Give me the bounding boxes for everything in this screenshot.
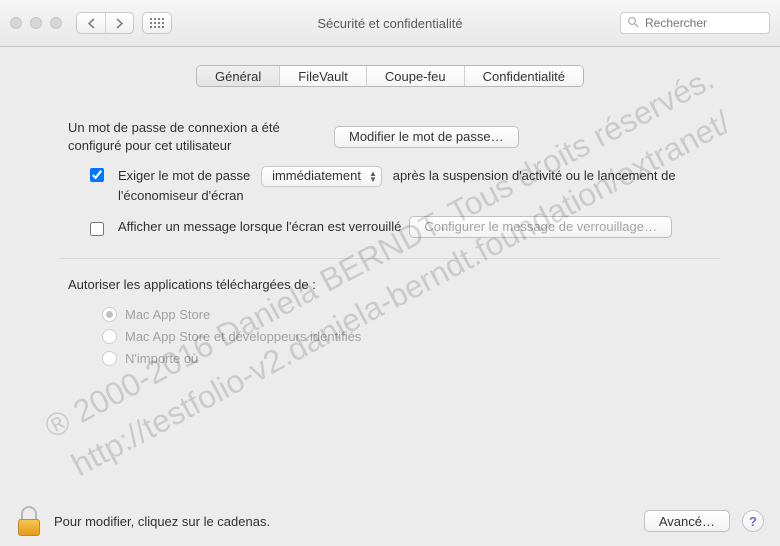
apps-grid-icon: [150, 18, 164, 28]
advanced-button[interactable]: Avancé…: [644, 510, 730, 532]
gatekeeper-option-mas[interactable]: Mac App Store: [102, 304, 712, 326]
password-group: Un mot de passe de connexion a été confi…: [48, 105, 732, 258]
toolbar: Sécurité et confidentialité: [0, 0, 780, 47]
gatekeeper-option-label: Mac App Store et développeurs identifiés: [125, 329, 361, 344]
require-password-checkbox[interactable]: [90, 168, 104, 182]
require-password-delay-popup[interactable]: immédiatement ▲▼: [261, 166, 382, 187]
show-lock-message-checkbox[interactable]: [90, 222, 104, 236]
tab-privacy[interactable]: Confidentialité: [464, 66, 583, 86]
tab-firewall[interactable]: Coupe-feu: [366, 66, 464, 86]
password-set-label: Un mot de passe de connexion a été confi…: [68, 119, 318, 154]
change-password-button[interactable]: Modifier le mot de passe…: [334, 126, 519, 148]
show-all-button[interactable]: [142, 12, 172, 34]
require-password-delay-value: immédiatement: [272, 167, 361, 186]
back-button[interactable]: [77, 13, 105, 33]
search-field-wrap[interactable]: [620, 12, 770, 34]
gatekeeper-group: Autoriser les applications téléchargées …: [48, 259, 732, 390]
show-lock-message-label: Afficher un message lorsque l'écran est …: [118, 219, 401, 234]
gatekeeper-option-label: Mac App Store: [125, 307, 210, 322]
nav-segmented: [76, 12, 134, 34]
require-password-row: Exiger le mot de passe immédiatement ▲▼ …: [90, 166, 712, 206]
footer: Pour modifier, cliquez sur le cadenas. A…: [0, 496, 780, 546]
window-controls: [10, 17, 62, 29]
radio-icon: [102, 329, 117, 344]
lock-button[interactable]: [16, 506, 42, 536]
radio-icon: [102, 351, 117, 366]
radio-icon: [102, 307, 117, 322]
gatekeeper-option-mas-dev[interactable]: Mac App Store et développeurs identifiés: [102, 326, 712, 348]
forward-button[interactable]: [105, 13, 133, 33]
require-password-label: Exiger le mot de passe: [118, 168, 250, 183]
tab-general[interactable]: Général: [197, 66, 279, 86]
minimize-window-icon[interactable]: [30, 17, 42, 29]
gatekeeper-option-anywhere[interactable]: N'importe où: [102, 348, 712, 370]
help-button[interactable]: ?: [742, 510, 764, 532]
gatekeeper-title: Autoriser les applications téléchargées …: [68, 277, 712, 292]
lock-message-row: Afficher un message lorsque l'écran est …: [90, 216, 712, 238]
chevron-right-icon: [115, 18, 124, 29]
gatekeeper-option-label: N'importe où: [125, 351, 198, 366]
lock-hint-label: Pour modifier, cliquez sur le cadenas.: [54, 514, 270, 529]
search-input[interactable]: [643, 15, 780, 31]
popup-steppers-icon: ▲▼: [369, 171, 377, 183]
zoom-window-icon[interactable]: [50, 17, 62, 29]
lock-body-icon: [18, 519, 40, 536]
close-window-icon[interactable]: [10, 17, 22, 29]
tab-bar: Général FileVault Coupe-feu Confidential…: [0, 65, 780, 87]
tab-filevault[interactable]: FileVault: [279, 66, 366, 86]
set-lock-message-button[interactable]: Configurer le message de verrouillage…: [409, 216, 672, 238]
content-area: Un mot de passe de connexion a été confi…: [0, 87, 780, 390]
chevron-left-icon: [87, 18, 96, 29]
search-icon: [627, 16, 639, 31]
